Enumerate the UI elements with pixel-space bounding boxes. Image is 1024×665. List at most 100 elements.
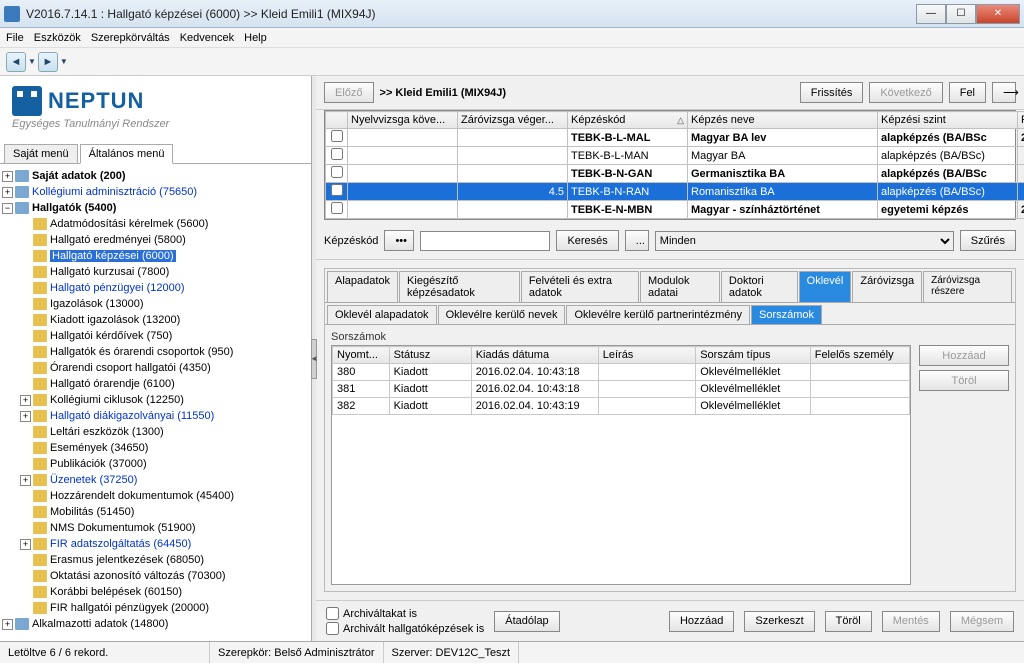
- chk-archived-box[interactable]: [326, 607, 339, 620]
- tree-node[interactable]: +FIR adatszolgáltatás (64450): [2, 536, 309, 552]
- sub-col-header[interactable]: Nyomt...: [333, 347, 390, 364]
- menu-tools[interactable]: Eszközök: [34, 32, 81, 44]
- tree-node[interactable]: Órarendi csoport hallgatói (4350): [2, 360, 309, 376]
- nav-forward-dropdown[interactable]: ▼: [60, 57, 68, 66]
- subtab-1[interactable]: Oklevélre kerülő nevek: [438, 305, 566, 324]
- splitter[interactable]: ◄: [312, 76, 316, 641]
- tree-node[interactable]: Publikációk (37000): [2, 456, 309, 472]
- table-row[interactable]: TEBK-B-L-MANMagyar BAalapképzés (BA/BSc): [326, 147, 1024, 165]
- tab-4[interactable]: Doktori adatok: [721, 271, 798, 302]
- tree-node[interactable]: +Üzenetek (37250): [2, 472, 309, 488]
- tab-0[interactable]: Alapadatok: [327, 271, 398, 302]
- tab-1[interactable]: Kiegészítő képzésadatok: [399, 271, 520, 302]
- tab-sajat-menu[interactable]: Saját menü: [4, 144, 78, 163]
- tree-node[interactable]: Hallgató kurzusai (7800): [2, 264, 309, 280]
- tree-toggle-icon[interactable]: +: [20, 539, 31, 550]
- tree-toggle-icon[interactable]: +: [2, 171, 13, 182]
- row-checkbox[interactable]: [331, 184, 343, 196]
- sub-col-header[interactable]: Státusz: [389, 347, 471, 364]
- tab-altalanos-menu[interactable]: Általános menü: [80, 144, 174, 164]
- tree-node[interactable]: +Saját adatok (200): [2, 168, 309, 184]
- cancel-button[interactable]: Mégsem: [950, 611, 1014, 632]
- splitter-handle-icon[interactable]: ◄: [311, 339, 317, 379]
- tree-node[interactable]: +Alkalmazotti adatok (14800): [2, 616, 309, 632]
- col-header[interactable]: Felv: [1018, 112, 1024, 129]
- tree-toggle-icon[interactable]: +: [20, 475, 31, 486]
- up-button[interactable]: Fel: [949, 82, 986, 103]
- col-header[interactable]: Képzés neve: [688, 112, 878, 129]
- tree-node[interactable]: Események (34650): [2, 440, 309, 456]
- tree-node[interactable]: Leltári eszközök (1300): [2, 424, 309, 440]
- row-checkbox[interactable]: [331, 130, 343, 142]
- tree-node[interactable]: Hallgató eredményei (5800): [2, 232, 309, 248]
- tree-node[interactable]: Hallgató pénzügyei (12000): [2, 280, 309, 296]
- table-row[interactable]: 4.5TEBK-B-N-RANRomanisztika BAalapképzés…: [326, 183, 1024, 201]
- tab-7[interactable]: Záróvizsga részere: [923, 271, 1012, 302]
- tree-node[interactable]: +Kollégiumi adminisztráció (75650): [2, 184, 309, 200]
- row-checkbox[interactable]: [331, 202, 343, 214]
- row-checkbox[interactable]: [331, 148, 343, 160]
- sub-col-header[interactable]: Kiadás dátuma: [471, 347, 598, 364]
- tab-3[interactable]: Modulok adatai: [640, 271, 720, 302]
- search-more-button[interactable]: ...: [625, 230, 649, 251]
- delete-button[interactable]: Töröl: [825, 611, 872, 632]
- menu-role[interactable]: Szerepkörváltás: [91, 32, 170, 44]
- tree-node[interactable]: Kiadott igazolások (13200): [2, 312, 309, 328]
- sub-col-header[interactable]: Leírás: [598, 347, 695, 364]
- tree-node[interactable]: Hallgató képzései (6000): [2, 248, 309, 264]
- nav-forward-button[interactable]: ►: [38, 52, 58, 72]
- subtab-0[interactable]: Oklevél alapadatok: [327, 305, 437, 324]
- tree-node[interactable]: Igazolások (13000): [2, 296, 309, 312]
- prev-button[interactable]: Előző: [324, 82, 374, 103]
- tab-5[interactable]: Oklevél: [799, 271, 852, 302]
- nav-back-button[interactable]: ◄: [6, 52, 26, 72]
- subtab-2[interactable]: Oklevélre kerülő partnerintézmény: [566, 305, 750, 324]
- tree-toggle-icon[interactable]: +: [20, 411, 31, 422]
- tree-node[interactable]: NMS Dokumentumok (51900): [2, 520, 309, 536]
- menu-help[interactable]: Help: [244, 32, 267, 44]
- save-button[interactable]: Mentés: [882, 611, 940, 632]
- table-row[interactable]: TEBK-B-N-GANGermanisztika BAalapképzés (…: [326, 165, 1024, 183]
- minimize-button[interactable]: —: [916, 4, 946, 24]
- menu-favorites[interactable]: Kedvencek: [180, 32, 234, 44]
- close-button[interactable]: ✕: [976, 4, 1020, 24]
- table-row[interactable]: TEBK-B-L-MALMagyar BA levalapképzés (BA/…: [326, 129, 1024, 147]
- tree-node[interactable]: Adatmódosítási kérelmek (5600): [2, 216, 309, 232]
- col-header[interactable]: [326, 112, 348, 129]
- search-select[interactable]: Minden: [655, 231, 954, 251]
- tree-node[interactable]: Oktatási azonosító változás (70300): [2, 568, 309, 584]
- next-button[interactable]: Következő: [869, 82, 942, 103]
- edit-button[interactable]: Szerkeszt: [744, 611, 814, 632]
- tree-toggle-icon[interactable]: +: [2, 187, 13, 198]
- search-input[interactable]: [420, 231, 550, 251]
- tree-node[interactable]: +Kollégiumi ciklusok (12250): [2, 392, 309, 408]
- tree-node[interactable]: Mobilitás (51450): [2, 504, 309, 520]
- tab-6[interactable]: Záróvizsga: [852, 271, 922, 302]
- sub-add-button[interactable]: Hozzáad: [919, 345, 1009, 366]
- subtab-3[interactable]: Sorszámok: [751, 305, 822, 324]
- search-picker-button[interactable]: •••: [384, 230, 414, 251]
- tree-node[interactable]: Korábbi belépések (60150): [2, 584, 309, 600]
- sub-row[interactable]: 381Kiadott2016.02.04. 10:43:18Oklevélmel…: [333, 381, 910, 398]
- tree-node[interactable]: −Hallgatók (5400): [2, 200, 309, 216]
- tree-node[interactable]: FIR hallgatói pénzügyek (20000): [2, 600, 309, 616]
- top-grid[interactable]: Nyelvvizsga köve...Záróvizsga véger...Ké…: [324, 110, 1016, 220]
- sub-delete-button[interactable]: Töröl: [919, 370, 1009, 391]
- tree-node[interactable]: Hallgatók és órarendi csoportok (950): [2, 344, 309, 360]
- nav-tree[interactable]: +Saját adatok (200)+Kollégiumi adminiszt…: [0, 164, 311, 641]
- search-button[interactable]: Keresés: [556, 230, 618, 251]
- col-header[interactable]: Képzési szint: [878, 112, 1018, 129]
- tab-2[interactable]: Felvételi és extra adatok: [521, 271, 639, 302]
- sub-row[interactable]: 382Kiadott2016.02.04. 10:43:19Oklevélmel…: [333, 398, 910, 415]
- pin-button[interactable]: ⟶: [992, 82, 1016, 103]
- filter-button[interactable]: Szűrés: [960, 230, 1016, 251]
- tree-node[interactable]: +Hallgató diákigazolványai (11550): [2, 408, 309, 424]
- tree-node[interactable]: Hozzárendelt dokumentumok (45400): [2, 488, 309, 504]
- sub-row[interactable]: 380Kiadott2016.02.04. 10:43:18Oklevélmel…: [333, 364, 910, 381]
- col-header[interactable]: Képzéskód△: [568, 112, 688, 129]
- tree-toggle-icon[interactable]: −: [2, 203, 13, 214]
- menu-file[interactable]: File: [6, 32, 24, 44]
- chk-archived[interactable]: Archiváltakat is: [326, 607, 484, 620]
- tree-node[interactable]: Erasmus jelentkezések (68050): [2, 552, 309, 568]
- sub-col-header[interactable]: Sorszám típus: [696, 347, 811, 364]
